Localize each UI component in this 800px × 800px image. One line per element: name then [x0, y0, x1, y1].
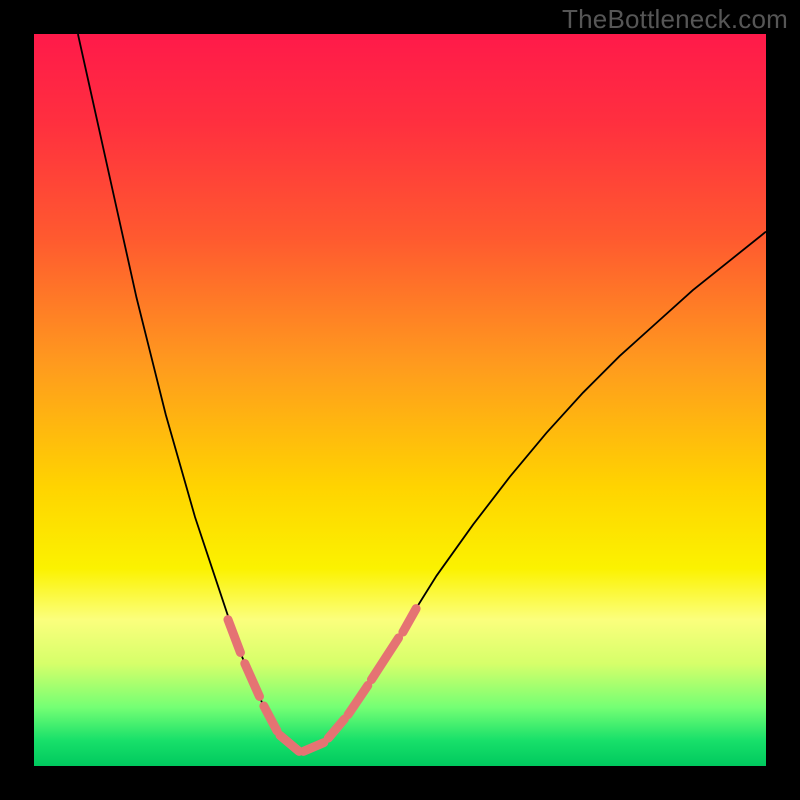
watermark-label: TheBottleneck.com	[562, 4, 788, 35]
gradient-background	[34, 34, 766, 766]
chart-frame: TheBottleneck.com	[0, 0, 800, 800]
bottleneck-chart	[34, 34, 766, 766]
